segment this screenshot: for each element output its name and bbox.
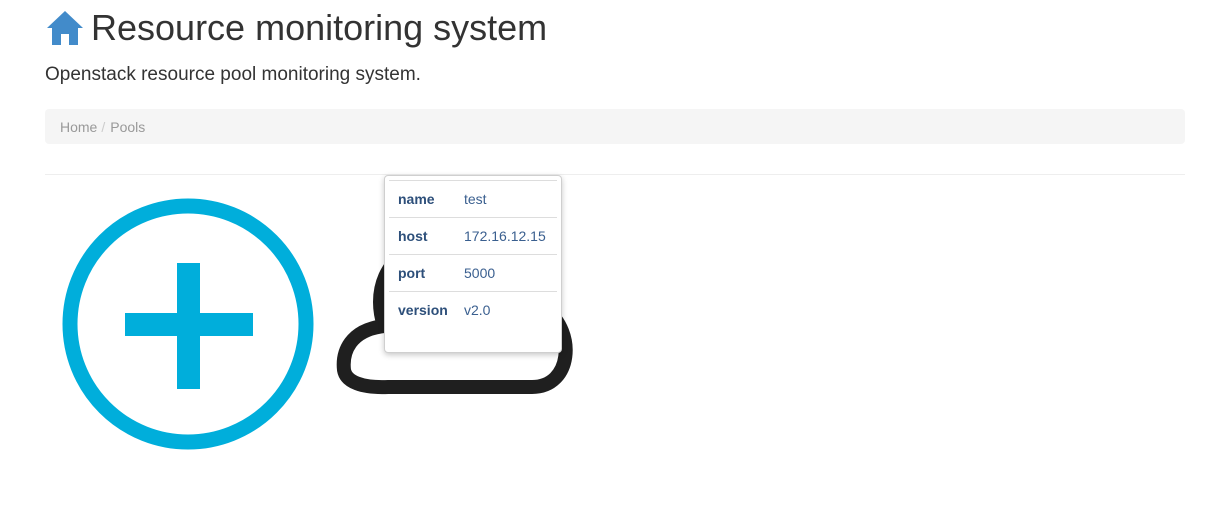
breadcrumb-pools: Pools <box>110 118 146 135</box>
table-row: version v2.0 <box>389 291 557 328</box>
info-value: 172.16.12.15 <box>456 217 557 255</box>
home-icon[interactable] <box>45 8 85 48</box>
page-header: Resource monitoring system <box>45 4 547 52</box>
info-key: name <box>389 180 456 218</box>
plus-circle-icon <box>62 198 314 450</box>
breadcrumb-separator: / <box>101 118 106 135</box>
table-row: host 172.16.12.15 <box>389 217 557 255</box>
page-title: Resource monitoring system <box>91 7 548 48</box>
page-subtitle: Openstack resource pool monitoring syste… <box>45 64 421 85</box>
divider <box>45 174 1185 175</box>
table-row: name test <box>389 180 557 218</box>
add-pool-button[interactable] <box>60 196 316 452</box>
info-key: host <box>389 217 456 255</box>
info-key: version <box>389 291 456 328</box>
info-value: test <box>456 180 557 218</box>
info-value: 5000 <box>456 254 557 292</box>
breadcrumb-home[interactable]: Home <box>60 119 97 135</box>
info-value: v2.0 <box>456 291 557 328</box>
info-key: port <box>389 254 456 292</box>
pool-info-popover: name test host 172.16.12.15 port 5000 ve… <box>384 175 562 353</box>
page: Resource monitoring system Openstack res… <box>0 0 1227 507</box>
table-row: port 5000 <box>389 254 557 292</box>
pool-info-table: name test host 172.16.12.15 port 5000 ve… <box>389 180 557 328</box>
breadcrumb: Home / Pools <box>45 109 1185 144</box>
